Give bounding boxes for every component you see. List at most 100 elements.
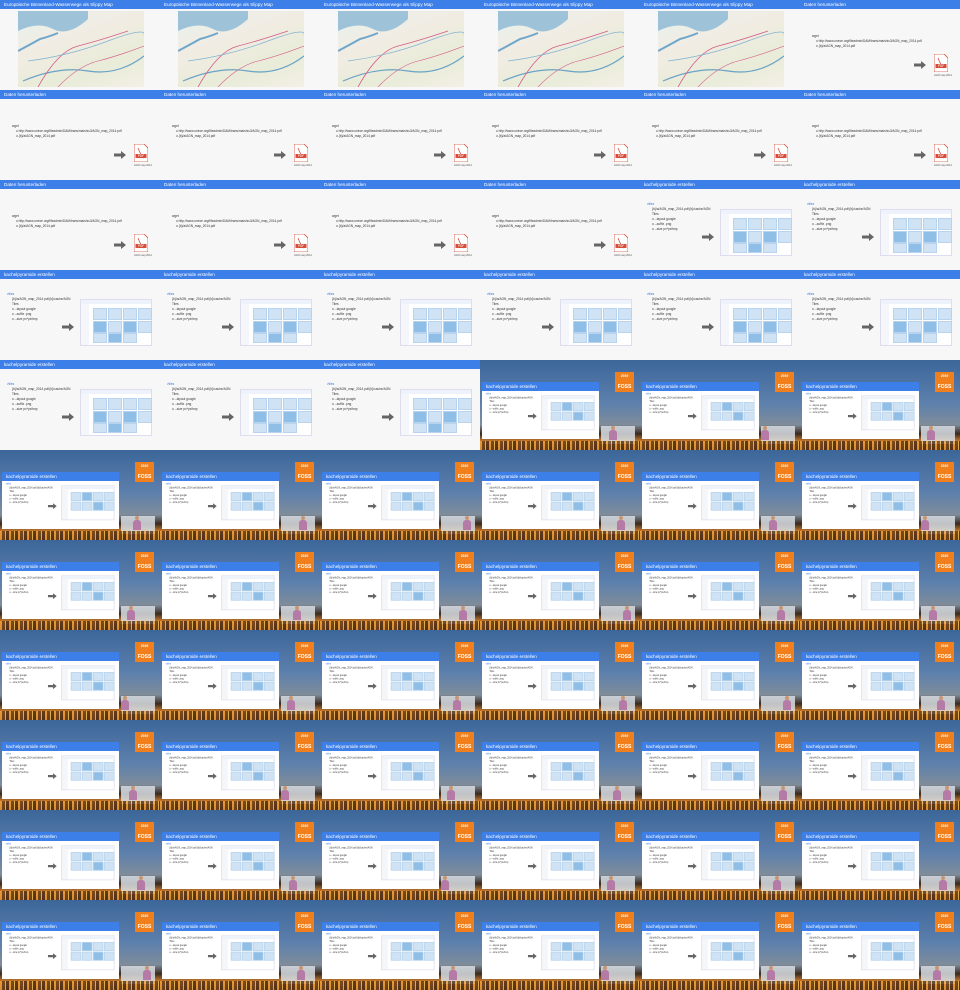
- frame-projector-view[interactable]: kachelpyramide erstellen vtiles {b}/a/AG…: [640, 450, 800, 540]
- tile-viewer-screenshot: [61, 575, 115, 611]
- logo-year: 2019: [940, 644, 949, 648]
- frame-projector-view[interactable]: kachelpyramide erstellen vtiles {b}/a/AG…: [0, 540, 160, 630]
- frame-download-slide[interactable]: Daten herunterladen wget o http://www.un…: [800, 90, 960, 180]
- frame-download-slide[interactable]: Daten herunterladen wget o http://www.un…: [800, 0, 960, 90]
- frame-map-slide[interactable]: Europäische Binnenland-Wasserwege als Sl…: [320, 0, 480, 90]
- frame-projector-view[interactable]: kachelpyramide erstellen vtiles {b}/a/AG…: [800, 630, 960, 720]
- frame-download-slide[interactable]: Daten herunterladen wget o http://www.un…: [0, 180, 160, 270]
- slide-title-bar: kachelpyramide erstellen: [2, 742, 119, 751]
- frame-projector-view[interactable]: kachelpyramide erstellen vtiles {b}/a/AG…: [800, 450, 960, 540]
- frame-projector-view[interactable]: kachelpyramide erstellen vtiles {b}/a/AG…: [480, 540, 640, 630]
- tiles-line-5: o --size px*px/tmp: [329, 770, 349, 774]
- slide-title-bar: kachelpyramide erstellen: [320, 270, 480, 279]
- frame-projector-view[interactable]: kachelpyramide erstellen vtiles {b}/a/AG…: [640, 540, 800, 630]
- tiles-line-5: o --size px*px/tmp: [489, 860, 509, 864]
- frame-tiles-slide[interactable]: kachelpyramide erstellen vtiles {b}/a/AG…: [640, 270, 800, 360]
- frame-download-slide[interactable]: Daten herunterladen wget o http://www.un…: [320, 90, 480, 180]
- frame-projector-view[interactable]: kachelpyramide erstellen vtiles {b}/a/AG…: [320, 540, 480, 630]
- frame-map-slide[interactable]: Europäische Binnenland-Wasserwege als Sl…: [0, 0, 160, 90]
- frame-projector-view[interactable]: kachelpyramide erstellen vtiles {b}/a/AG…: [160, 450, 320, 540]
- waterway-map-thumbnail: [658, 11, 784, 87]
- frame-projector-view[interactable]: kachelpyramide erstellen vtiles {b}/a/AG…: [320, 630, 480, 720]
- frame-download-slide[interactable]: Daten herunterladen wget o http://www.un…: [480, 90, 640, 180]
- frame-tiles-slide[interactable]: kachelpyramide erstellen vtiles {b}/a/AG…: [800, 180, 960, 270]
- frame-download-slide[interactable]: Daten herunterladen wget o http://www.un…: [480, 180, 640, 270]
- frame-projector-view[interactable]: kachelpyramide erstellen vtiles {b}/a/AG…: [0, 810, 160, 900]
- frame-projector-view[interactable]: kachelpyramide erstellen vtiles {b}/a/AG…: [480, 900, 640, 990]
- tiles-line-1: {b}/a/AGN_map_2014.pdf:{b}/cache/AGN: [172, 387, 231, 391]
- logo-year: 2019: [620, 734, 629, 738]
- slide-title: kachelpyramide erstellen: [166, 834, 217, 839]
- logo-year: 2019: [140, 914, 149, 918]
- logo-text: FOSS: [617, 564, 632, 570]
- frame-download-slide[interactable]: Daten herunterladen wget o http://www.un…: [320, 180, 480, 270]
- frame-tiles-slide[interactable]: kachelpyramide erstellen vtiles {b}/a/AG…: [160, 360, 320, 450]
- frame-projector-view[interactable]: kachelpyramide erstellen vtiles {b}/a/AG…: [320, 900, 480, 990]
- frame-projector-view[interactable]: kachelpyramide erstellen vtiles {b}/a/AG…: [160, 810, 320, 900]
- frame-map-slide[interactable]: Europäische Binnenland-Wasserwege als Sl…: [640, 0, 800, 90]
- logo-year: 2019: [460, 914, 469, 918]
- frame-projector-view[interactable]: kachelpyramide erstellen vtiles {b}/a/AG…: [800, 900, 960, 990]
- frame-projector-view[interactable]: kachelpyramide erstellen vtiles {b}/a/AG…: [480, 360, 640, 450]
- slide-title-bar: kachelpyramide erstellen: [802, 922, 919, 931]
- frame-tiles-slide[interactable]: kachelpyramide erstellen vtiles {b}/a/AG…: [160, 270, 320, 360]
- tiles-line-2: Tiles: [332, 302, 339, 306]
- frame-map-slide[interactable]: Europäische Binnenland-Wasserwege als Sl…: [480, 0, 640, 90]
- frame-projector-view[interactable]: kachelpyramide erstellen vtiles {b}/a/AG…: [640, 720, 800, 810]
- frame-projector-view[interactable]: kachelpyramide erstellen vtiles {b}/a/AG…: [160, 630, 320, 720]
- frame-projector-view[interactable]: kachelpyramide erstellen vtiles {b}/a/AG…: [640, 810, 800, 900]
- tiles-line-4: o --suffix .png: [12, 402, 32, 406]
- frame-map-slide[interactable]: Europäische Binnenland-Wasserwege als Sl…: [160, 0, 320, 90]
- frame-download-slide[interactable]: Daten herunterladen wget o http://www.un…: [160, 90, 320, 180]
- tiles-line-3: o --layout google: [172, 307, 196, 311]
- frame-projector-view[interactable]: kachelpyramide erstellen vtiles {b}/a/AG…: [480, 720, 640, 810]
- frame-projector-view[interactable]: kachelpyramide erstellen vtiles {b}/a/AG…: [0, 900, 160, 990]
- frame-tiles-slide[interactable]: kachelpyramide erstellen vtiles {b}/a/AG…: [320, 270, 480, 360]
- frame-download-slide[interactable]: Daten herunterladen wget o http://www.un…: [160, 180, 320, 270]
- frame-download-slide[interactable]: Daten herunterladen wget o http://www.un…: [0, 90, 160, 180]
- frame-projector-view[interactable]: kachelpyramide erstellen vtiles {b}/a/AG…: [0, 720, 160, 810]
- slide-title: kachelpyramide erstellen: [646, 744, 697, 749]
- logo-year: 2019: [140, 644, 149, 648]
- frame-tiles-slide[interactable]: kachelpyramide erstellen vtiles {b}/a/AG…: [0, 270, 160, 360]
- frame-projector-view[interactable]: kachelpyramide erstellen vtiles {b}/a/AG…: [640, 900, 800, 990]
- tiles-line-5: o --size px*px/tmp: [812, 317, 838, 321]
- pdf-file-label: AGN map 2014: [134, 254, 152, 257]
- frame-projector-view[interactable]: kachelpyramide erstellen vtiles {b}/a/AG…: [0, 450, 160, 540]
- frame-download-slide[interactable]: Daten herunterladen wget o http://www.un…: [640, 90, 800, 180]
- frame-projector-view[interactable]: kachelpyramide erstellen vtiles {b}/a/AG…: [800, 810, 960, 900]
- frame-projector-view[interactable]: kachelpyramide erstellen vtiles {b}/a/AG…: [320, 450, 480, 540]
- frame-tiles-slide[interactable]: kachelpyramide erstellen vtiles {b}/a/AG…: [0, 360, 160, 450]
- frame-projector-view[interactable]: kachelpyramide erstellen vtiles {b}/a/AG…: [800, 360, 960, 450]
- frame-tiles-slide[interactable]: kachelpyramide erstellen vtiles {b}/a/AG…: [480, 270, 640, 360]
- foss4g-logo: 2019 FOSS: [615, 552, 634, 572]
- logo-year: 2019: [940, 914, 949, 918]
- frame-projector-view[interactable]: kachelpyramide erstellen vtiles {b}/a/AG…: [320, 810, 480, 900]
- tiles-line-1: {b}/a/AGN_map_2014.pdf:{b}/cache/AGN: [652, 297, 711, 301]
- tile-viewer-screenshot: [720, 209, 792, 256]
- tiles-line-5: o --size px*px/tmp: [652, 317, 678, 321]
- frame-tiles-slide[interactable]: kachelpyramide erstellen vtiles {b}/a/AG…: [800, 270, 960, 360]
- frame-projector-view[interactable]: kachelpyramide erstellen vtiles {b}/a/AG…: [0, 630, 160, 720]
- frame-projector-view[interactable]: kachelpyramide erstellen vtiles {b}/a/AG…: [160, 900, 320, 990]
- frame-projector-view[interactable]: kachelpyramide erstellen vtiles {b}/a/AG…: [160, 540, 320, 630]
- tile-viewer-screenshot: [861, 485, 915, 521]
- frame-projector-view[interactable]: kachelpyramide erstellen vtiles {b}/a/AG…: [640, 360, 800, 450]
- frame-projector-view[interactable]: kachelpyramide erstellen vtiles {b}/a/AG…: [640, 630, 800, 720]
- frame-projector-view[interactable]: kachelpyramide erstellen vtiles {b}/a/AG…: [800, 720, 960, 810]
- foss4g-logo: 2019 FOSS: [775, 912, 794, 932]
- tiles-line-5: o --size px*px/tmp: [649, 950, 669, 954]
- pdf-file-label: AGN map 2014: [294, 164, 312, 167]
- frame-projector-view[interactable]: kachelpyramide erstellen vtiles {b}/a/AG…: [800, 540, 960, 630]
- frame-projector-view[interactable]: kachelpyramide erstellen vtiles {b}/a/AG…: [480, 630, 640, 720]
- frame-projector-view[interactable]: kachelpyramide erstellen vtiles {b}/a/AG…: [320, 720, 480, 810]
- tiles-line-1: {b}/a/AGN_map_2014.pdf:{b}/cache/AGN: [9, 756, 53, 760]
- frame-projector-view[interactable]: kachelpyramide erstellen vtiles {b}/a/AG…: [160, 720, 320, 810]
- frame-projector-view[interactable]: kachelpyramide erstellen vtiles {b}/a/AG…: [480, 810, 640, 900]
- frame-tiles-slide[interactable]: kachelpyramide erstellen vtiles {b}/a/AG…: [320, 360, 480, 450]
- frame-tiles-slide[interactable]: kachelpyramide erstellen vtiles {b}/a/AG…: [640, 180, 800, 270]
- foss4g-logo: 2019 FOSS: [615, 462, 634, 482]
- logo-text: FOSS: [137, 744, 152, 750]
- slide-title-bar: kachelpyramide erstellen: [322, 742, 439, 751]
- frame-projector-view[interactable]: kachelpyramide erstellen vtiles {b}/a/AG…: [480, 450, 640, 540]
